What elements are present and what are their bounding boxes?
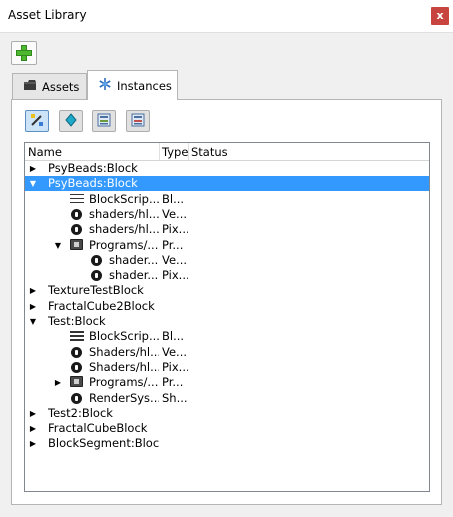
tree-row[interactable]: Shaders/hl... Ve... [25, 345, 429, 360]
shader-icon [90, 254, 104, 267]
tree-row-type: Pr... [162, 375, 184, 390]
snowflake-icon [98, 77, 112, 94]
tree-row-type: Pix... [162, 222, 188, 237]
tree-row-type: Pix... [162, 359, 188, 374]
tab-assets[interactable]: Assets [12, 73, 87, 99]
collapse-arrow-icon[interactable]: ▶ [28, 421, 38, 436]
column-status[interactable]: Status [191, 145, 228, 159]
tab-instances[interactable]: Instances [87, 70, 178, 100]
tree-row[interactable]: Shaders/hl... Pix... [25, 360, 429, 375]
tree-row-name: shaders/hl... [89, 206, 159, 221]
list-export-icon [131, 113, 145, 130]
tree-row-name: BlockScrip... [89, 329, 159, 344]
tree-row-name: PsyBeads:Block [48, 176, 138, 191]
tree-row[interactable]: shaders/hl... Ve... [25, 207, 429, 222]
shader-icon [70, 392, 84, 405]
tree-row[interactable]: ▶ TextureTestBlock [25, 283, 429, 298]
script-icon [70, 193, 84, 206]
tree-row-name: Shaders/hl... [89, 344, 159, 359]
shader-icon [70, 223, 84, 236]
tree-header: Name Type Status [25, 143, 429, 161]
tree-row[interactable]: ▶ Test2:Block [25, 406, 429, 421]
column-type[interactable]: Type [162, 145, 188, 159]
gem-icon [64, 112, 78, 130]
tree-row-type: Pix... [162, 268, 188, 283]
tree-row-type: Sh... [162, 390, 188, 405]
tree-row-name: FractalCube2Block [48, 298, 155, 313]
tree-row-name: BlockSegment:Block [48, 436, 159, 451]
tree-row-type: Bl... [162, 191, 185, 206]
expand-arrow-icon[interactable]: ▼ [28, 176, 38, 191]
tree-row[interactable]: ▶ FractalCube2Block [25, 299, 429, 314]
tree-row-name: Test2:Block [48, 405, 113, 420]
instances-tree[interactable]: Name Type Status ▶ PsyBeads:Block ▼ PsyBead… [24, 142, 430, 492]
wand-icon [29, 112, 45, 131]
tree-row[interactable]: ▶ BlockSegment:Block [25, 436, 429, 451]
tree-row[interactable]: BlockScrip... Bl... [25, 192, 429, 207]
list-tool-button[interactable] [92, 110, 116, 132]
tab-assets-label: Assets [42, 79, 80, 94]
window-title: Asset Library [8, 8, 87, 22]
tree-row-name: Programs/... [89, 375, 159, 390]
tree-row-type: Pr... [162, 237, 184, 252]
tree-row[interactable]: ▼ PsyBeads:Block [25, 176, 429, 192]
shader-icon [90, 269, 104, 282]
tree-row-name: shader... [109, 268, 159, 283]
tree-row[interactable]: shader... Pix... [25, 268, 429, 283]
tree-row-name: RenderSys... [89, 390, 159, 405]
tree-row-type: Bl... [162, 329, 185, 344]
tree-row[interactable]: RenderSys... Sh... [25, 391, 429, 406]
select-tool-button[interactable] [25, 110, 49, 132]
list-icon [97, 113, 111, 130]
collapse-arrow-icon[interactable]: ▶ [28, 299, 38, 314]
tree-row[interactable]: ▼ Programs/... Pr... [25, 238, 429, 253]
shader-icon [70, 208, 84, 221]
tree-row[interactable]: ▶ PsyBeads:Block [25, 161, 429, 176]
column-name[interactable]: Name [28, 145, 62, 159]
tree-row-name: Test:Block [48, 314, 106, 328]
collapse-arrow-icon[interactable]: ▶ [28, 283, 38, 298]
folder-icon [23, 79, 37, 94]
tree-row[interactable]: shaders/hl... Pix... [25, 222, 429, 237]
collapse-arrow-icon[interactable]: ▶ [53, 375, 63, 390]
tree-row-type: Ve... [162, 344, 188, 359]
expand-arrow-icon[interactable]: ▼ [28, 314, 38, 329]
add-asset-button[interactable] [11, 41, 37, 65]
script-icon [70, 330, 84, 343]
collapse-arrow-icon[interactable]: ▶ [28, 161, 38, 176]
collapse-arrow-icon[interactable]: ▶ [28, 436, 38, 451]
instance-tool-button[interactable] [59, 110, 83, 132]
tree-row-name: TextureTestBlock [48, 283, 144, 298]
tree-row-name: shaders/hl... [89, 222, 159, 237]
tree-row-type: Ve... [162, 252, 188, 267]
shader-icon [70, 346, 84, 359]
program-icon [70, 376, 84, 389]
shader-icon [70, 361, 84, 374]
title-bar: Asset Library x [0, 0, 453, 33]
tree-row-name: FractalCubeBlock [48, 421, 148, 436]
close-button[interactable]: x [431, 7, 449, 25]
tree-row[interactable]: ▼ Test:Block [25, 314, 429, 329]
tree-row-name: Programs/... [89, 237, 159, 252]
tab-instances-label: Instances [117, 78, 172, 93]
tree-row[interactable]: BlockScrip... Bl... [25, 329, 429, 344]
tree-row[interactable]: shader... Ve... [25, 253, 429, 268]
tree-row-name: shader... [109, 252, 159, 267]
tree-row-name: Shaders/hl... [89, 359, 159, 374]
export-tool-button[interactable] [126, 110, 150, 132]
tree-row[interactable]: ▶ Programs/... Pr... [25, 375, 429, 390]
tree-row-name: BlockScrip... [89, 191, 159, 206]
tree-row[interactable]: ▶ FractalCubeBlock [25, 421, 429, 436]
tree-row-name: PsyBeads:Block [48, 161, 138, 175]
program-icon [70, 238, 84, 252]
collapse-arrow-icon[interactable]: ▶ [28, 406, 38, 421]
tree-row-type: Ve... [162, 206, 188, 221]
expand-arrow-icon[interactable]: ▼ [53, 238, 63, 253]
